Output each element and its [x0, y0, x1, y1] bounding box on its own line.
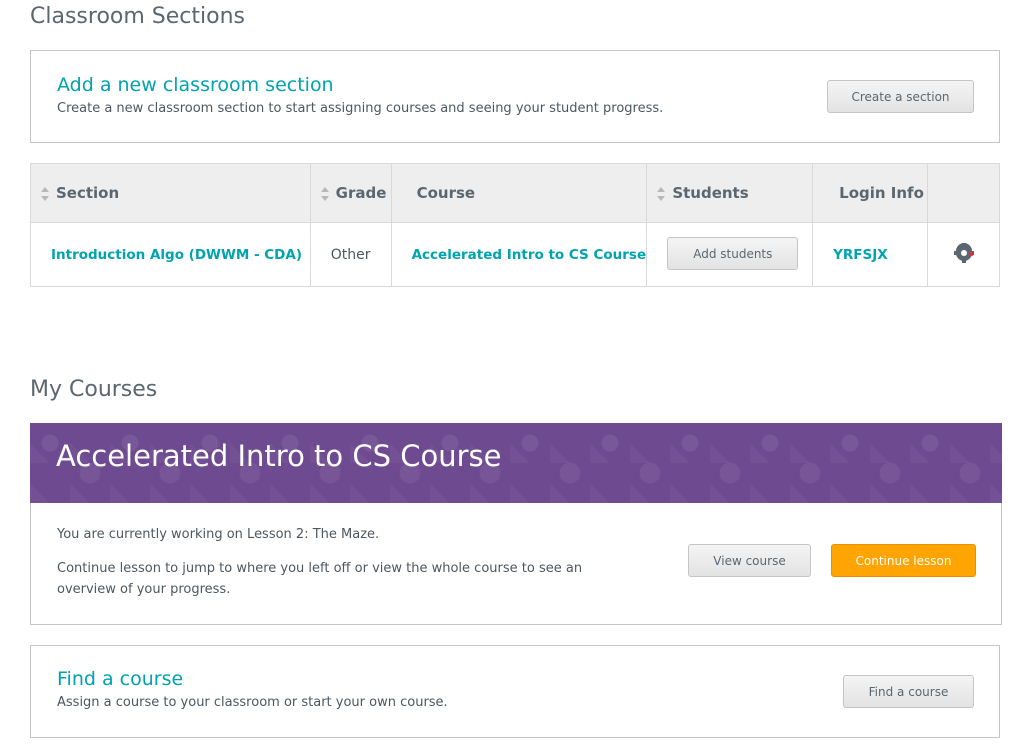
add-students-button[interactable]: Add students [667, 237, 799, 270]
column-header-login-info: Login Info [812, 163, 929, 223]
section-name-cell: Introduction Algo (DWWM - CDA) [30, 222, 311, 287]
find-course-card: Find a course Assign a course to your cl… [30, 645, 1000, 738]
create-section-button[interactable]: Create a section [827, 80, 974, 113]
course-card: You are currently working on Lesson 2: T… [30, 503, 1002, 625]
continue-description: Continue lesson to jump to where you lef… [57, 561, 583, 597]
find-course-button[interactable]: Find a course [843, 675, 974, 708]
course-link[interactable]: Accelerated Intro to CS Course [412, 247, 647, 263]
grade-cell: Other [309, 222, 392, 287]
course-cell: Accelerated Intro to CS Course [390, 222, 648, 287]
sort-icon[interactable] [41, 186, 50, 201]
my-courses-heading: My Courses [30, 377, 158, 402]
grade-value: Other [330, 246, 371, 263]
table-header-row: Section Grade Course Students Login Info [30, 163, 1000, 223]
find-course-description: Assign a course to your classroom or sta… [57, 695, 448, 710]
students-cell: Add students [646, 222, 814, 287]
sort-icon[interactable] [657, 186, 666, 201]
column-header-settings [927, 163, 1000, 223]
settings-cell [927, 222, 1000, 287]
login-info-link[interactable]: YRFSJX [833, 247, 888, 263]
sort-icon[interactable] [320, 186, 330, 201]
current-lesson-text: You are currently working on Lesson 2: T… [57, 527, 380, 542]
gear-icon[interactable] [953, 242, 974, 263]
login-info-cell: YRFSJX [812, 222, 929, 287]
table-row: Introduction Algo (DWWM - CDA) Other Acc… [30, 222, 1000, 287]
course-banner: Accelerated Intro to CS Course [30, 423, 1002, 504]
sections-table: Section Grade Course Students Login Info… [30, 163, 1000, 287]
view-course-button[interactable]: View course [688, 544, 811, 577]
add-section-card: Add a new classroom section Create a new… [30, 50, 1000, 143]
column-header-course: Course [390, 163, 648, 223]
add-section-description: Create a new classroom section to start … [57, 101, 664, 116]
classroom-sections-heading: Classroom Sections [30, 4, 245, 29]
continue-lesson-button[interactable]: Continue lesson [831, 544, 976, 577]
find-course-title: Find a course [57, 668, 184, 690]
column-header-students[interactable]: Students [646, 163, 814, 223]
course-title[interactable]: Accelerated Intro to CS Course [56, 439, 502, 473]
add-section-title: Add a new classroom section [57, 74, 334, 96]
section-name-link[interactable]: Introduction Algo (DWWM - CDA) [51, 247, 302, 263]
column-header-section[interactable]: Section [30, 163, 311, 223]
column-header-grade[interactable]: Grade [309, 163, 392, 223]
